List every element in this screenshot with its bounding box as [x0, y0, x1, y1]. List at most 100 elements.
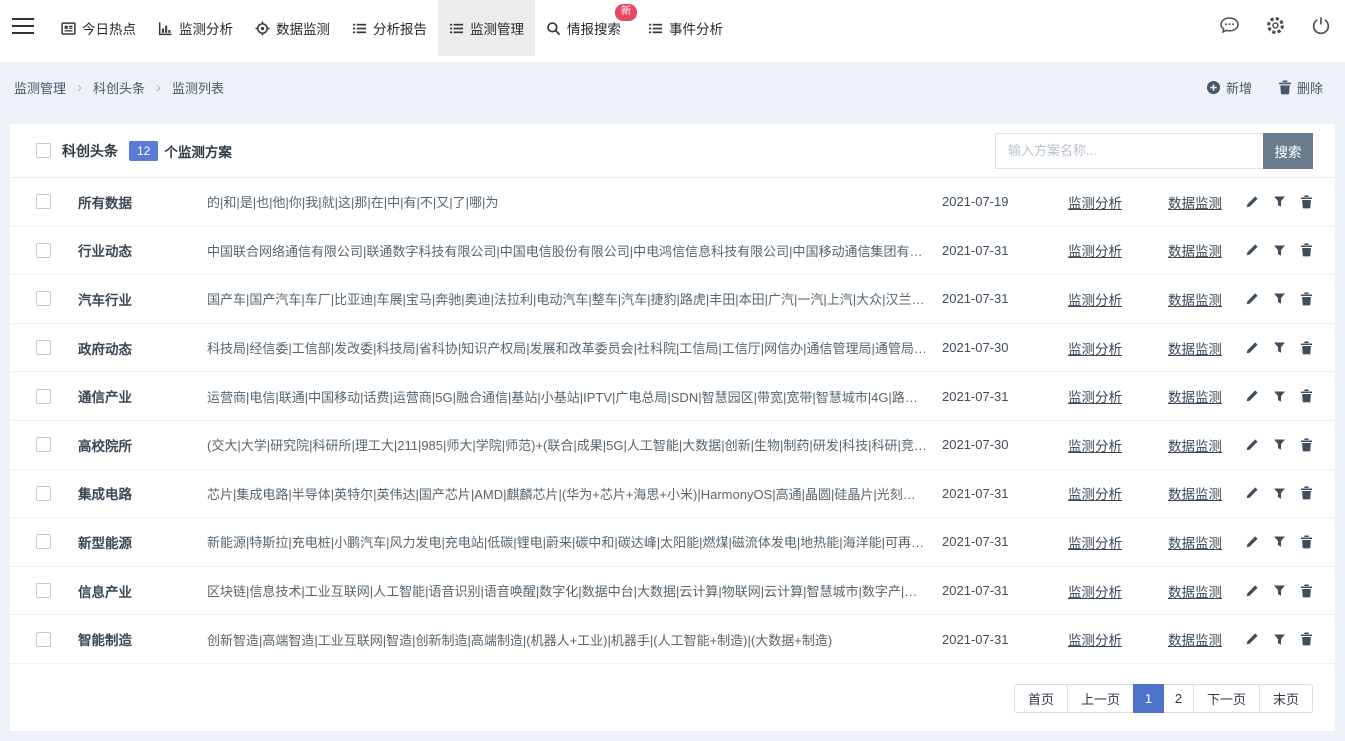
- filter-icon[interactable]: [1273, 390, 1286, 403]
- page-button-2[interactable]: 2: [1163, 684, 1194, 713]
- data-monitor-link[interactable]: 数据监测: [1145, 338, 1245, 358]
- select-all-checkbox[interactable]: [36, 143, 51, 158]
- delete-icon[interactable]: [1300, 535, 1313, 549]
- nav-menu: 今日热点 监测分析 数据监测 分析报告 监测管理 情报搜索 新 事件分析: [50, 0, 734, 56]
- edit-icon[interactable]: [1245, 292, 1259, 306]
- edit-icon[interactable]: [1245, 341, 1259, 355]
- logout-button[interactable]: [1311, 16, 1331, 41]
- row-checkbox[interactable]: [36, 583, 51, 598]
- edit-icon[interactable]: [1245, 535, 1259, 549]
- plan-date: 2021-07-31: [942, 632, 1045, 647]
- navbar-actions: [1219, 0, 1345, 56]
- row-checkbox[interactable]: [36, 194, 51, 209]
- delete-icon[interactable]: [1300, 292, 1313, 306]
- edit-icon[interactable]: [1245, 632, 1259, 646]
- edit-icon[interactable]: [1245, 584, 1259, 598]
- monitor-analysis-link[interactable]: 监测分析: [1045, 435, 1145, 455]
- page-last-button[interactable]: 末页: [1259, 684, 1313, 713]
- add-button[interactable]: 新增: [1206, 78, 1252, 97]
- monitor-analysis-link[interactable]: 监测分析: [1045, 192, 1145, 212]
- row-checkbox[interactable]: [36, 437, 51, 452]
- edit-icon[interactable]: [1245, 438, 1259, 452]
- delete-icon[interactable]: [1300, 632, 1313, 646]
- filter-icon[interactable]: [1273, 584, 1286, 597]
- list-actions: 新增 删除: [1206, 78, 1331, 97]
- monitor-analysis-link[interactable]: 监测分析: [1045, 629, 1145, 649]
- row-checkbox[interactable]: [36, 243, 51, 258]
- filter-icon[interactable]: [1273, 244, 1286, 257]
- nav-item-intel-search[interactable]: 情报搜索 新: [535, 0, 637, 56]
- filter-icon[interactable]: [1273, 535, 1286, 548]
- page-first-button[interactable]: 首页: [1014, 684, 1068, 713]
- plan-name: 通信产业: [78, 386, 207, 406]
- row-checkbox[interactable]: [36, 291, 51, 306]
- new-badge: 新: [615, 4, 637, 21]
- nav-item-analysis-report[interactable]: 分析报告: [341, 0, 438, 56]
- search-input[interactable]: [995, 133, 1263, 169]
- edit-icon[interactable]: [1245, 389, 1259, 403]
- data-monitor-link[interactable]: 数据监测: [1145, 532, 1245, 552]
- delete-icon[interactable]: [1300, 438, 1313, 452]
- filter-icon[interactable]: [1273, 341, 1286, 354]
- data-monitor-link[interactable]: 数据监测: [1145, 629, 1245, 649]
- breadcrumb-item-plan-group[interactable]: 科创头条: [93, 78, 145, 97]
- row-checkbox[interactable]: [36, 389, 51, 404]
- search-button[interactable]: 搜索: [1263, 133, 1313, 169]
- filter-icon[interactable]: [1273, 438, 1286, 451]
- nav-item-monitor-analysis[interactable]: 监测分析: [147, 0, 244, 56]
- data-monitor-link[interactable]: 数据监测: [1145, 435, 1245, 455]
- nav-item-label: 数据监测: [276, 18, 330, 38]
- data-monitor-link[interactable]: 数据监测: [1145, 483, 1245, 503]
- row-checkbox[interactable]: [36, 534, 51, 549]
- filter-icon[interactable]: [1273, 292, 1286, 305]
- edit-icon[interactable]: [1245, 243, 1259, 257]
- plan-date: 2021-07-31: [942, 534, 1045, 549]
- delete-icon[interactable]: [1300, 584, 1313, 598]
- data-monitor-link[interactable]: 数据监测: [1145, 240, 1245, 260]
- monitor-analysis-link[interactable]: 监测分析: [1045, 338, 1145, 358]
- monitor-analysis-link[interactable]: 监测分析: [1045, 532, 1145, 552]
- table-row: 高校院所 (交大|大学|研究院|科研所|理工大|211|985|师大|学院|师范…: [10, 421, 1335, 470]
- plan-keywords: 国产车|国产汽车|车厂|比亚迪|车展|宝马|奔驰|奥迪|法拉利|电动汽车|整车|…: [207, 289, 928, 308]
- delete-icon[interactable]: [1300, 389, 1313, 403]
- edit-icon[interactable]: [1245, 195, 1259, 209]
- edit-icon[interactable]: [1245, 486, 1259, 500]
- page-prev-button[interactable]: 上一页: [1067, 684, 1134, 713]
- row-actions: [1245, 584, 1313, 598]
- nav-item-today-hot[interactable]: 今日热点: [50, 0, 147, 56]
- data-monitor-link[interactable]: 数据监测: [1145, 386, 1245, 406]
- row-actions: [1245, 438, 1313, 452]
- plan-group-title: 科创头条: [62, 141, 118, 161]
- monitor-analysis-link[interactable]: 监测分析: [1045, 289, 1145, 309]
- nav-item-data-monitor[interactable]: 数据监测: [244, 0, 341, 56]
- row-checkbox[interactable]: [36, 486, 51, 501]
- plan-keywords: 芯片|集成电路|半导体|英特尔|英伟达|国产芯片|AMD|麒麟芯片|(华为+芯片…: [207, 484, 928, 503]
- page-next-button[interactable]: 下一页: [1193, 684, 1260, 713]
- filter-icon[interactable]: [1273, 487, 1286, 500]
- data-monitor-link[interactable]: 数据监测: [1145, 192, 1245, 212]
- data-monitor-link[interactable]: 数据监测: [1145, 289, 1245, 309]
- delete-icon[interactable]: [1300, 195, 1313, 209]
- nav-item-event-analysis[interactable]: 事件分析: [637, 0, 734, 56]
- message-button[interactable]: [1219, 16, 1240, 40]
- page-button-1[interactable]: 1: [1133, 684, 1164, 713]
- filter-icon[interactable]: [1273, 195, 1286, 208]
- filter-icon[interactable]: [1273, 633, 1286, 646]
- row-checkbox[interactable]: [36, 340, 51, 355]
- breadcrumb-item-monitor-manage[interactable]: 监测管理: [14, 78, 66, 97]
- row-checkbox[interactable]: [36, 632, 51, 647]
- delete-button[interactable]: 删除: [1278, 78, 1323, 97]
- monitor-analysis-link[interactable]: 监测分析: [1045, 386, 1145, 406]
- delete-icon[interactable]: [1300, 341, 1313, 355]
- settings-button[interactable]: [1265, 15, 1286, 41]
- menu-toggle-button[interactable]: [0, 0, 46, 56]
- monitor-analysis-link[interactable]: 监测分析: [1045, 240, 1145, 260]
- breadcrumb-item-monitor-list: 监测列表: [172, 78, 224, 97]
- monitor-analysis-link[interactable]: 监测分析: [1045, 581, 1145, 601]
- delete-icon[interactable]: [1300, 486, 1313, 500]
- chat-icon: [1219, 16, 1240, 40]
- delete-icon[interactable]: [1300, 243, 1313, 257]
- data-monitor-link[interactable]: 数据监测: [1145, 581, 1245, 601]
- monitor-analysis-link[interactable]: 监测分析: [1045, 483, 1145, 503]
- nav-item-monitor-manage[interactable]: 监测管理: [438, 0, 535, 56]
